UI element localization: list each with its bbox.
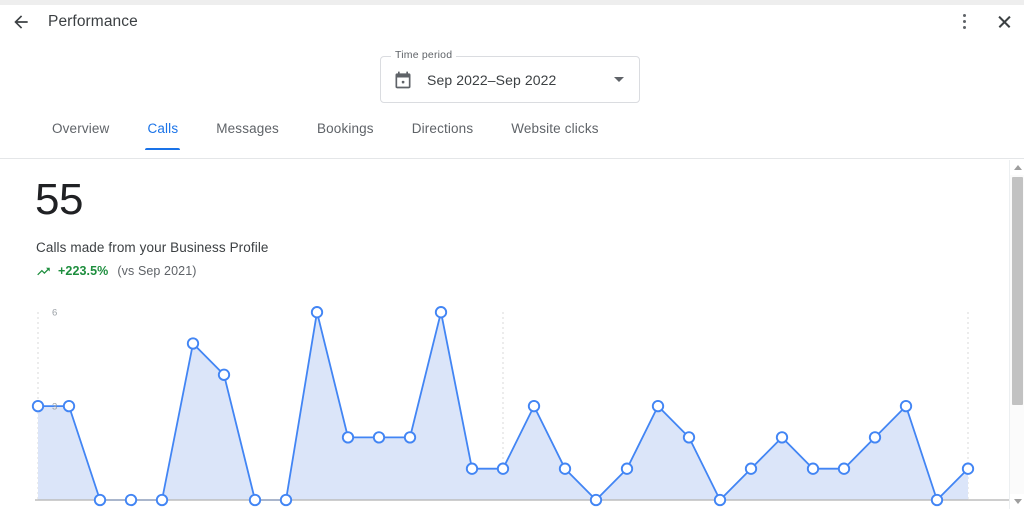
time-period-select[interactable]: Sep 2022–Sep 2022 — [380, 56, 640, 103]
chart-data-point[interactable] — [341, 431, 355, 444]
chart-data-point[interactable] — [558, 462, 572, 475]
scrollbar-thumb[interactable] — [1012, 177, 1023, 405]
metric-subtitle: Calls made from your Business Profile — [36, 240, 269, 255]
tab-calls[interactable]: Calls — [145, 121, 180, 150]
metric-delta: +223.5% (vs Sep 2021) — [36, 262, 197, 280]
time-period-value: Sep 2022–Sep 2022 — [427, 71, 557, 88]
chart-data-point[interactable] — [93, 493, 107, 507]
tab-overview[interactable]: Overview — [52, 121, 109, 150]
chevron-down-icon[interactable] — [614, 77, 624, 82]
tab-website-clicks[interactable]: Website clicks — [511, 121, 598, 150]
chart-data-point[interactable] — [589, 493, 603, 507]
time-period-label: Time period — [391, 49, 457, 61]
metric-tabs: Overview Calls Messages Bookings Directi… — [0, 121, 1024, 159]
vertical-scrollbar[interactable] — [1009, 160, 1024, 509]
page-title: Performance — [48, 12, 138, 30]
back-button[interactable] — [0, 5, 42, 38]
chart-data-point[interactable] — [217, 368, 231, 381]
chart-data-point[interactable] — [620, 462, 634, 475]
tab-bookings[interactable]: Bookings — [317, 121, 374, 150]
metric-value: 55 — [35, 175, 83, 224]
performance-panel: Performance Sep 2022–Sep 2022 Time perio… — [0, 0, 1024, 509]
chart-data-point[interactable] — [775, 431, 789, 444]
chart-data-point[interactable] — [651, 399, 665, 413]
chart-data-point[interactable] — [465, 462, 479, 475]
chart-svg: 36 — [31, 306, 1009, 507]
caret-up-icon — [1013, 165, 1022, 170]
delta-comparison: (vs Sep 2021) — [117, 264, 197, 278]
chart-data-point[interactable] — [310, 306, 324, 319]
calendar-icon — [393, 70, 413, 90]
chart-data-point[interactable] — [372, 431, 386, 444]
chart-data-point[interactable] — [403, 431, 417, 444]
scroll-up-button[interactable] — [1010, 160, 1024, 175]
chart-data-point[interactable] — [124, 493, 138, 507]
tab-label: Calls — [147, 121, 179, 136]
chart-data-point[interactable] — [248, 493, 262, 507]
tab-label: Website clicks — [511, 121, 599, 136]
chart-data-point[interactable] — [868, 431, 882, 444]
tab-label: Bookings — [316, 121, 374, 136]
more-vertical-icon — [962, 14, 966, 29]
metric-content: 55 Calls made from your Business Profile… — [0, 160, 1009, 509]
chart-data-point[interactable] — [62, 399, 76, 413]
tab-label: Overview — [52, 121, 110, 136]
chart-data-point[interactable] — [806, 462, 820, 475]
chart-data-point[interactable] — [496, 462, 510, 475]
chart-data-point[interactable] — [744, 462, 758, 475]
chart-data-point[interactable] — [713, 493, 727, 507]
tab-directions[interactable]: Directions — [412, 121, 474, 150]
chart-data-point[interactable] — [279, 493, 293, 507]
chart-data-point[interactable] — [899, 399, 913, 413]
close-button[interactable] — [984, 5, 1024, 38]
arrow-left-icon — [11, 12, 31, 32]
caret-down-icon — [1013, 499, 1022, 504]
calls-area-chart: 36 — [0, 300, 1009, 509]
more-options-button[interactable] — [944, 5, 984, 38]
chart-data-point[interactable] — [31, 399, 45, 413]
app-header: Performance — [0, 5, 1024, 38]
time-period-field: Sep 2022–Sep 2022 Time period — [380, 49, 640, 103]
tab-label: Messages — [216, 121, 279, 136]
chart-data-point[interactable] — [930, 493, 944, 507]
chart-y-axis-labels: 36 — [52, 308, 57, 413]
chart-data-point[interactable] — [527, 399, 541, 413]
chart-data-point[interactable] — [837, 462, 851, 475]
close-icon — [997, 14, 1012, 29]
chart-data-point[interactable] — [155, 493, 169, 507]
delta-percentage: +223.5% — [58, 264, 109, 278]
trending-up-icon — [36, 264, 51, 279]
chart-data-point[interactable] — [186, 337, 200, 350]
chart-data-point[interactable] — [434, 306, 448, 319]
chart-data-point[interactable] — [682, 431, 696, 444]
tab-label: Directions — [411, 121, 474, 136]
scroll-down-button[interactable] — [1010, 494, 1024, 509]
chart-data-point[interactable] — [961, 462, 975, 475]
y-axis-tick-label: 6 — [52, 308, 57, 319]
y-axis-tick-label: 3 — [52, 402, 57, 413]
tab-messages[interactable]: Messages — [216, 121, 279, 150]
